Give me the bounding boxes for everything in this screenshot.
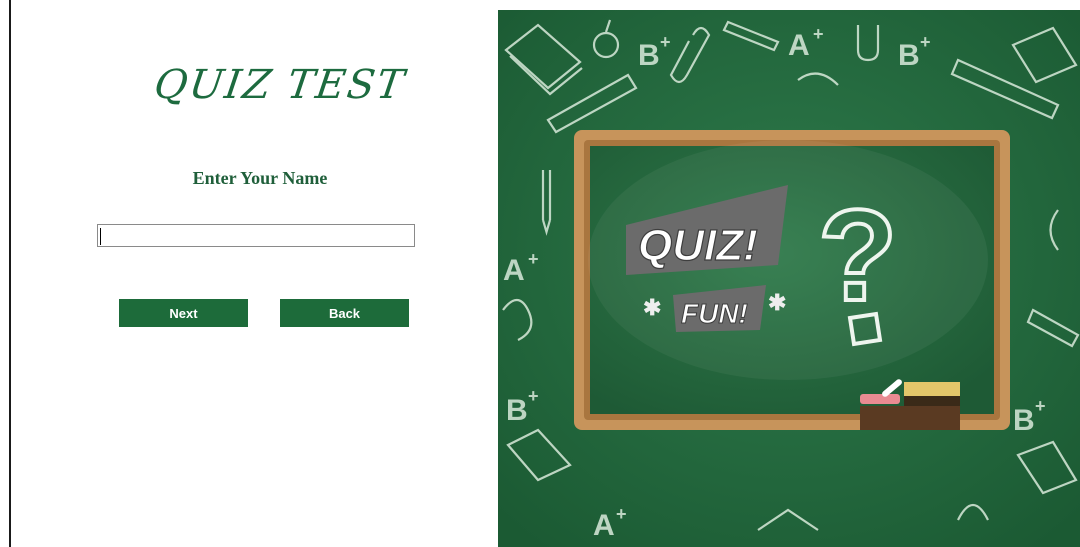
svg-text:B: B (898, 39, 920, 72)
svg-text:+: + (528, 386, 539, 406)
page-title: QUIZ TEST (151, 62, 409, 108)
svg-text:A: A (503, 254, 525, 287)
svg-text:+: + (813, 24, 824, 44)
svg-text:B: B (506, 394, 528, 427)
text-caret (100, 228, 101, 245)
svg-text:B: B (1013, 404, 1035, 437)
quiz-logo-text: QUIZ! (638, 221, 758, 270)
blackboard: QUIZ! ✱ ✱ FUN! ? (574, 130, 1010, 430)
svg-text:+: + (616, 504, 627, 524)
svg-text:+: + (528, 249, 539, 269)
fun-badge-text: FUN! (681, 298, 748, 329)
chalkboard-scene: B + A + B + A + B + B + A + QUIZ! ✱ ✱ FUN (498, 10, 1080, 547)
svg-text:✱: ✱ (643, 295, 661, 320)
question-mark: ? (818, 182, 897, 328)
next-button[interactable]: Next (119, 299, 248, 327)
svg-text:A: A (593, 509, 615, 542)
name-input[interactable] (97, 224, 415, 247)
svg-text:+: + (920, 32, 931, 52)
svg-text:+: + (1035, 396, 1046, 416)
svg-text:B: B (638, 39, 660, 72)
svg-text:+: + (660, 32, 671, 52)
name-label: Enter Your Name (192, 168, 328, 188)
svg-text:✱: ✱ (768, 290, 786, 315)
svg-text:A: A (788, 29, 810, 62)
quiz-illustration: B + A + B + A + B + B + A + QUIZ! ✱ ✱ FUN (498, 10, 1080, 547)
back-button[interactable]: Back (280, 299, 409, 327)
